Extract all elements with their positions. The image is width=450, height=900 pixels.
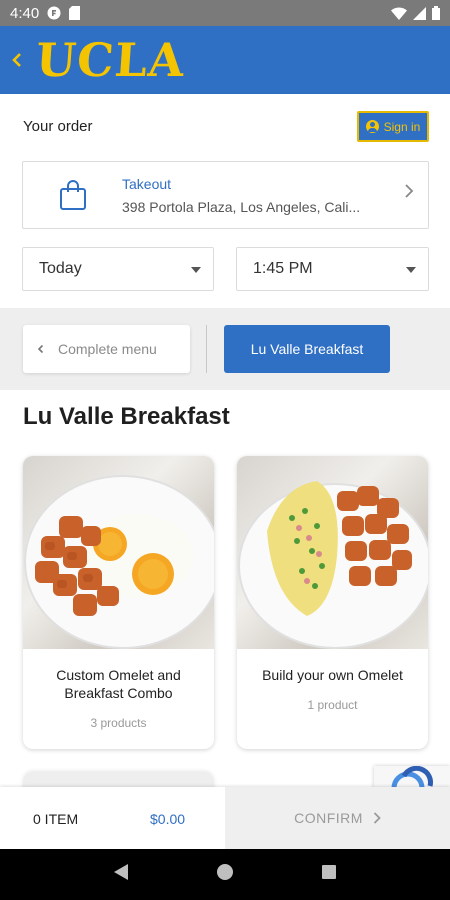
day-select-value: Today: [39, 260, 82, 277]
cart-bar: 0 ITEM $0.00 CONFIRM: [0, 787, 450, 849]
takeout-address: 398 Portola Plaza, Los Angeles, Cali...: [122, 199, 361, 215]
product-image: [237, 456, 428, 649]
brand-logo: UCLA: [34, 33, 187, 87]
chevron-right-icon: [405, 182, 414, 203]
menu-nav: Complete menu Lu Valle Breakfast: [0, 308, 450, 390]
chevron-left-icon: [12, 53, 21, 67]
battery-icon: [432, 6, 440, 20]
product-name: Build your own Omelet: [262, 667, 403, 683]
shopping-bag-icon: [59, 179, 87, 216]
system-nav-bar: [0, 849, 450, 900]
confirm-label: CONFIRM: [294, 810, 363, 826]
sign-in-button[interactable]: Sign in: [357, 111, 429, 142]
your-order-title: Your order: [23, 118, 93, 135]
product-count: 3 products: [90, 716, 147, 730]
home-circle-icon[interactable]: [216, 863, 234, 886]
back-triangle-icon[interactable]: [113, 863, 129, 886]
chevron-right-icon: [373, 812, 381, 824]
time-select-value: 1:45 PM: [253, 260, 313, 277]
takeout-card[interactable]: Takeout 398 Portola Plaza, Los Angeles, …: [22, 161, 429, 229]
cart-total: $0.00: [150, 811, 186, 827]
sign-in-label: Sign in: [383, 119, 421, 134]
chevron-left-icon: [37, 344, 44, 354]
complete-menu-button[interactable]: Complete menu: [23, 325, 190, 373]
product-count: 1 product: [307, 698, 358, 712]
product-card[interactable]: Build your own Omelet 1 product: [237, 456, 428, 749]
complete-menu-label: Complete menu: [58, 341, 157, 357]
nav-divider: [206, 325, 207, 373]
order-panel: Your order Sign in Takeout 398 Portola P…: [0, 94, 450, 308]
signal-icon: [413, 6, 426, 20]
product-card[interactable]: Custom Omelet and Breakfast Combo 3 prod…: [23, 456, 214, 749]
product-name: Custom Omelet and Breakfast Combo: [56, 667, 181, 701]
wifi-icon: [391, 6, 407, 20]
section-title: Lu Valle Breakfast: [23, 403, 230, 430]
caret-down-icon: [191, 267, 201, 273]
day-select[interactable]: Today: [22, 247, 214, 291]
tab-lu-valle-breakfast[interactable]: Lu Valle Breakfast: [224, 325, 390, 373]
app-header: UCLA: [0, 26, 450, 94]
sd-card-icon: [69, 6, 81, 20]
notification-icon: [47, 6, 61, 20]
time-select[interactable]: 1:45 PM: [236, 247, 429, 291]
product-image: [23, 456, 214, 649]
status-time: 4:40: [10, 4, 40, 22]
cart-item-count: 0 ITEM: [33, 811, 79, 827]
recents-square-icon[interactable]: [321, 864, 337, 885]
confirm-button[interactable]: CONFIRM: [225, 787, 450, 849]
caret-down-icon: [406, 267, 416, 273]
user-icon: [365, 120, 379, 133]
status-bar: 4:40: [0, 0, 450, 26]
takeout-title: Takeout: [122, 176, 172, 192]
back-button[interactable]: [2, 26, 32, 94]
